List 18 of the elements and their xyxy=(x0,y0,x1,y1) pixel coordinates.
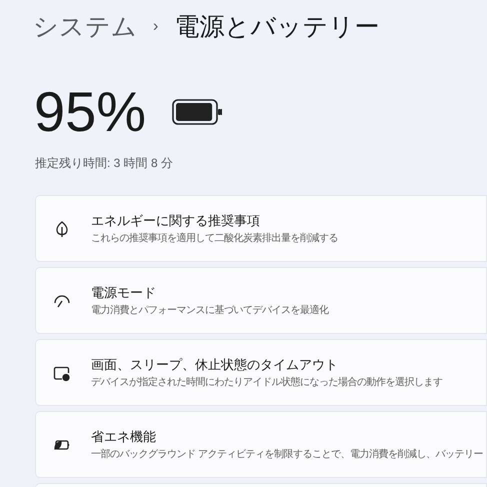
page-title: 電源とバッテリー xyxy=(174,11,380,44)
setting-description: これらの推奨事項を適用して二酸化炭素排出量を削減する xyxy=(91,232,338,246)
setting-title: 電源モード xyxy=(91,284,157,302)
battery-estimate: 推定残り時間: 3 時間 8 分 xyxy=(34,155,174,172)
battery-percentage: 95% xyxy=(34,84,146,140)
battery-icon xyxy=(172,99,222,125)
setting-title: エネルギーに関する推奨事項 xyxy=(91,212,261,230)
settings-card[interactable]: 画面、スリープ、休止状態のタイムアウト デバイスが指定された時間にわたりアイドル状態になった場合の動作を選択します xyxy=(35,339,487,406)
breadcrumb-link[interactable]: システム xyxy=(33,8,137,46)
setting-description: 一部のバックグラウンド アクティビティを制限することで、電力消費を削減し、バッテリー xyxy=(91,448,483,462)
setting-title: 画面、スリープ、休止状態のタイムアウト xyxy=(91,356,339,374)
setting-description: 電力消費とパフォーマンスに基づいてデバイスを最適化 xyxy=(91,304,328,318)
settings-card[interactable]: エネルギーに関する推奨事項 これらの推奨事項を適用して二酸化炭素排出量を削減する xyxy=(35,195,487,262)
breadcrumb-separator: › xyxy=(153,17,158,37)
settings-card[interactable]: 省エネ機能 一部のバックグラウンド アクティビティを制限することで、電力消費を削減し、バッテリー xyxy=(35,411,487,478)
setting-description: デバイスが指定された時間にわたりアイドル状態になった場合の動作を選択します xyxy=(91,376,442,390)
setting-title: 省エネ機能 xyxy=(91,428,157,446)
settings-card[interactable]: 電源モード 電力消費とパフォーマンスに基づいてデバイスを最適化 xyxy=(35,267,487,334)
